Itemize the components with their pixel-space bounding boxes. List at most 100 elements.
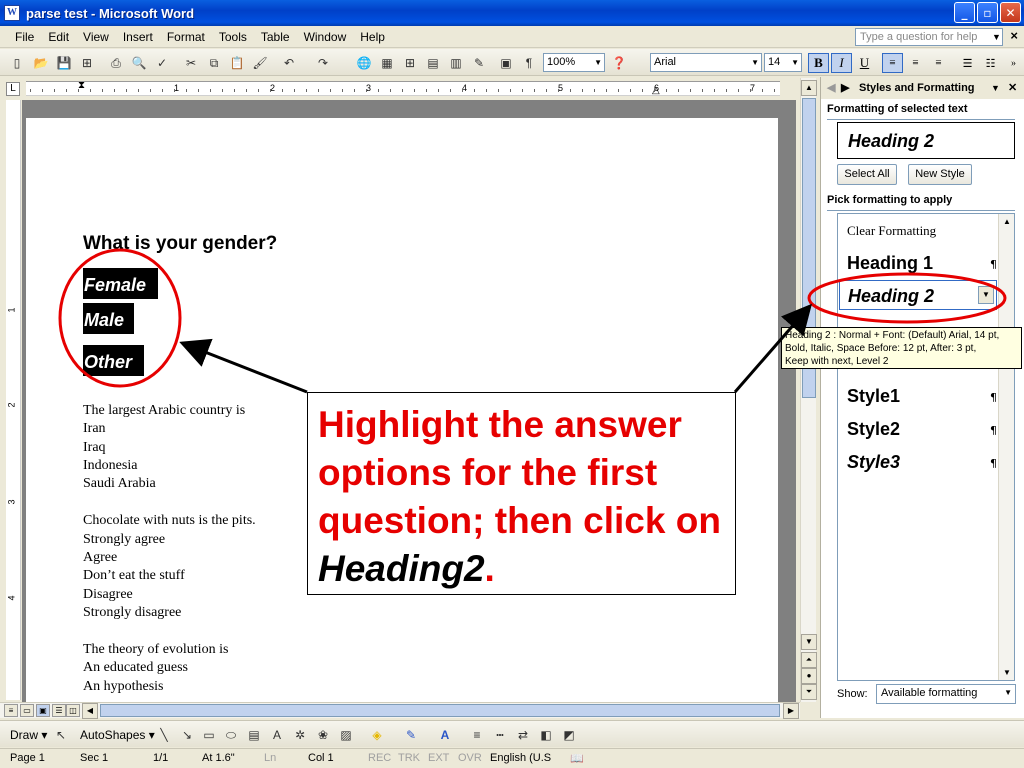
answer-option[interactable]: Disagree — [83, 587, 133, 603]
task-pane-menu-icon[interactable]: ▼ — [991, 77, 1000, 99]
font-color-icon[interactable]: A — [436, 726, 454, 744]
scroll-down-icon[interactable]: ▼ — [801, 634, 817, 650]
font-dropdown-icon[interactable]: ▼ — [751, 54, 759, 71]
drawing-icon[interactable]: ✎ — [470, 54, 488, 72]
indent-marker-icon[interactable]: ⧗ — [78, 80, 85, 91]
arrow-style-icon[interactable]: ⇄ — [514, 726, 532, 744]
menu-window[interactable]: Window — [297, 30, 354, 44]
status-trk[interactable]: TRK — [398, 752, 420, 764]
document-map-icon[interactable]: ▣ — [497, 54, 515, 72]
style-clear-formatting[interactable]: Clear Formatting — [847, 223, 997, 239]
menu-tools[interactable]: Tools — [212, 30, 254, 44]
hscroll-thumb[interactable] — [100, 704, 780, 717]
answer-option[interactable]: An hypothesis — [83, 679, 164, 695]
selected-option-female[interactable]: Female — [83, 268, 158, 299]
style-style2[interactable]: Style2 ¶ — [847, 419, 997, 440]
menu-help[interactable]: Help — [353, 30, 392, 44]
insert-table-icon[interactable]: ⊞ — [401, 54, 419, 72]
answer-option[interactable]: An educated guess — [83, 660, 188, 676]
current-style-box[interactable]: Heading 2 — [837, 122, 1015, 159]
document-close-button[interactable]: × — [1010, 28, 1018, 43]
align-left-icon[interactable]: ≡ — [882, 53, 903, 73]
answer-option[interactable]: Agree — [83, 550, 117, 566]
previous-page-icon[interactable]: ⏶ — [801, 652, 817, 668]
arrow-icon[interactable]: ↘ — [178, 726, 196, 744]
select-objects-icon[interactable]: ↖ — [52, 726, 70, 744]
italic-button[interactable]: I — [831, 53, 852, 73]
help-icon[interactable]: ❓ — [610, 54, 628, 72]
scroll-up-icon[interactable]: ▲ — [801, 80, 817, 96]
style-list[interactable]: Clear Formatting Heading 1 ¶ Heading 2 ▼… — [837, 213, 1015, 681]
normal-view-icon[interactable]: ≡ — [4, 704, 18, 717]
question-text[interactable]: The theory of evolution is — [83, 642, 228, 658]
status-ext[interactable]: EXT — [428, 752, 449, 764]
web-layout-icon[interactable]: ▭ — [20, 704, 34, 717]
style-dropdown-icon[interactable]: ▼ — [978, 286, 994, 304]
align-right-icon[interactable]: ≡ — [928, 53, 949, 73]
menu-insert[interactable]: Insert — [116, 30, 160, 44]
print-layout-icon[interactable]: ▣ — [36, 704, 50, 717]
horizontal-ruler[interactable]: 1 2 3 4 5 6 7 ⧗ △ — [26, 80, 780, 96]
answer-option[interactable]: Iran — [83, 421, 106, 437]
vertical-ruler[interactable]: 1 2 3 4 — [6, 100, 21, 700]
answer-option[interactable]: Indonesia — [83, 458, 137, 474]
diagram-icon[interactable]: ✲ — [291, 726, 309, 744]
open-folder-icon[interactable]: 📂 — [32, 54, 50, 72]
scroll-right-icon[interactable]: ▶ — [783, 703, 799, 719]
numbering-icon[interactable]: ☰ — [957, 53, 978, 73]
status-ovr[interactable]: OVR — [458, 752, 482, 764]
menu-edit[interactable]: Edit — [41, 30, 76, 44]
oval-icon[interactable]: ⬭ — [222, 726, 240, 744]
spelling-status-icon[interactable]: 📖 — [570, 752, 584, 765]
font-size-dropdown-icon[interactable]: ▼ — [791, 54, 799, 71]
draw-menu[interactable]: Draw ▾ — [10, 728, 47, 742]
print-preview-icon[interactable]: 🔍 — [130, 54, 148, 72]
permission-icon[interactable]: ⊞ — [78, 54, 96, 72]
3d-style-icon[interactable]: ◩ — [560, 726, 578, 744]
undo-icon[interactable]: ↶ — [280, 54, 298, 72]
font-size-select[interactable]: 14 ▼ — [764, 53, 802, 72]
answer-option[interactable]: Don’t eat the stuff — [83, 568, 185, 584]
answer-option[interactable]: Strongly disagree — [83, 605, 181, 621]
show-hide-icon[interactable]: ¶ — [520, 54, 538, 72]
menu-view[interactable]: View — [76, 30, 116, 44]
zoom-select[interactable]: 100% ▼ — [543, 53, 605, 72]
style-scroll-down-icon[interactable]: ▼ — [1003, 668, 1011, 677]
toolbar-options-icon[interactable]: » — [1003, 53, 1024, 73]
hyperlink-icon[interactable]: 🌐 — [355, 54, 373, 72]
style-heading-2[interactable]: Heading 2 ▼ — [839, 280, 997, 310]
spelling-icon[interactable]: ✓ — [153, 54, 171, 72]
status-rec[interactable]: REC — [368, 752, 391, 764]
text-box-icon[interactable]: ▤ — [245, 726, 263, 744]
question-text[interactable]: The largest Arabic country is — [83, 403, 245, 419]
answer-option[interactable]: Strongly agree — [83, 532, 165, 548]
answer-option[interactable]: Iraq — [83, 440, 106, 456]
show-dropdown-icon[interactable]: ▼ — [1004, 688, 1012, 697]
reading-layout-icon[interactable]: ◫ — [66, 704, 80, 717]
outline-view-icon[interactable]: ☰ — [52, 704, 66, 717]
clip-art-icon[interactable]: ❀ — [314, 726, 332, 744]
selected-option-other[interactable]: Other — [83, 345, 144, 376]
align-center-icon[interactable]: ≡ — [905, 53, 926, 73]
menu-format[interactable]: Format — [160, 30, 212, 44]
task-pane-close-icon[interactable]: ✕ — [1008, 77, 1017, 99]
format-painter-icon[interactable]: 🖌 — [251, 54, 269, 72]
forward-arrow-icon[interactable]: ▶ — [841, 77, 849, 99]
autoshapes-menu[interactable]: AutoShapes ▾ — [80, 728, 155, 742]
wordart-icon[interactable]: A — [268, 726, 286, 744]
maximize-button[interactable]: ▫ — [977, 2, 998, 23]
rectangle-icon[interactable]: ▭ — [200, 726, 218, 744]
line-color-icon[interactable]: ✎ — [402, 726, 420, 744]
cut-icon[interactable]: ✂ — [182, 54, 200, 72]
style-heading-1[interactable]: Heading 1 ¶ — [847, 253, 997, 274]
zoom-dropdown-icon[interactable]: ▼ — [594, 54, 602, 71]
question-text[interactable]: Chocolate with nuts is the pits. — [83, 513, 256, 529]
show-select[interactable]: Available formatting ▼ — [876, 684, 1016, 704]
minimize-button[interactable]: _ — [954, 2, 975, 23]
help-dropdown-icon[interactable]: ▼ — [992, 28, 1001, 46]
insert-excel-icon[interactable]: ▤ — [424, 54, 442, 72]
vertical-scrollbar[interactable]: ▲ ▼ ⏶ ● ⏷ — [800, 78, 817, 702]
underline-button[interactable]: U — [854, 53, 875, 73]
help-question-input[interactable]: Type a question for help — [855, 28, 1003, 46]
new-style-button[interactable]: New Style — [908, 164, 972, 185]
